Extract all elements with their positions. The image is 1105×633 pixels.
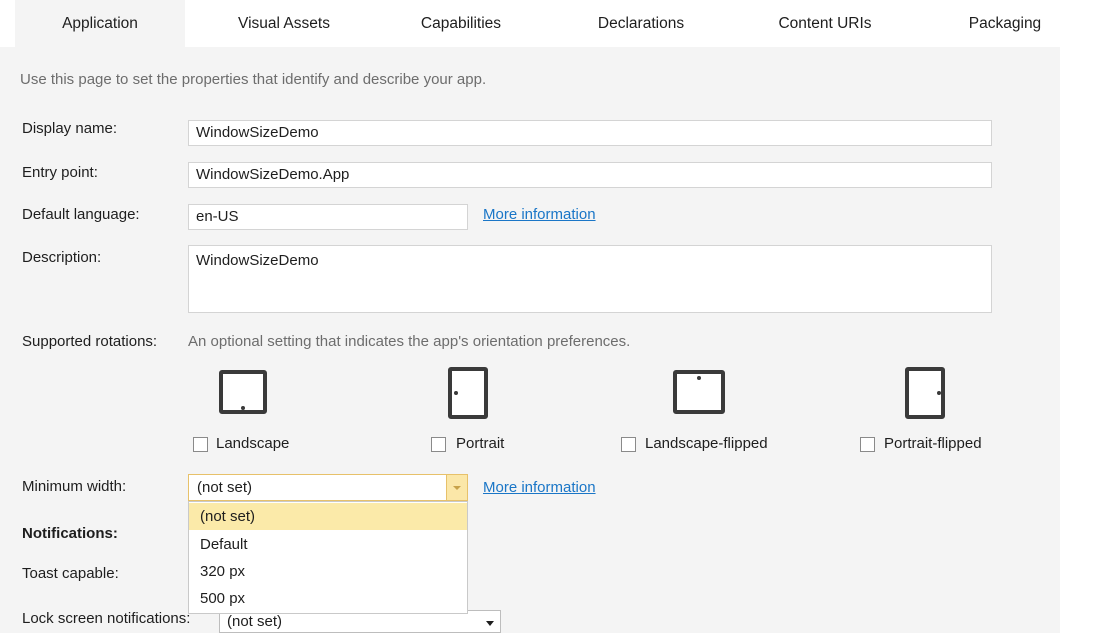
chevron-down-icon (453, 486, 461, 490)
lock-screen-notifications-value: (not set) (227, 613, 283, 630)
portrait-label: Portrait (456, 435, 505, 452)
dropdown-option-not-set[interactable]: (not set) (189, 503, 467, 530)
tablet-landscape-flipped-icon (673, 370, 725, 414)
chevron-down-icon[interactable] (486, 621, 494, 626)
toast-capable-label: Toast capable: (22, 565, 119, 582)
lock-screen-notifications-label: Lock screen notifications: (22, 610, 191, 627)
dropdown-option-default[interactable]: Default (189, 531, 467, 558)
dropdown-option-320px[interactable]: 320 px (189, 558, 467, 585)
minimum-width-label: Minimum width: (22, 478, 127, 495)
minimum-width-dropdown-list: (not set) Default 320 px 500 px (188, 501, 468, 614)
landscape-flipped-checkbox[interactable] (621, 437, 636, 452)
landscape-label: Landscape (216, 435, 290, 452)
display-name-input[interactable]: WindowSizeDemo (188, 120, 992, 146)
minimum-width-value: (not set) (197, 479, 253, 496)
entry-point-label: Entry point: (22, 164, 98, 181)
supported-rotations-label: Supported rotations: (22, 333, 158, 350)
minimum-width-more-info-link[interactable]: More information (483, 479, 596, 496)
tab-capabilities[interactable]: Capabilities (376, 0, 546, 47)
default-language-more-info-link[interactable]: More information (483, 206, 596, 223)
description-label: Description: (22, 249, 102, 266)
portrait-flipped-label: Portrait-flipped (884, 435, 982, 452)
tab-declarations[interactable]: Declarations (556, 0, 726, 47)
tab-content-uris[interactable]: Content URIs (740, 0, 910, 47)
tab-visual-assets[interactable]: Visual Assets (200, 0, 368, 47)
landscape-flipped-label: Landscape-flipped (645, 435, 768, 452)
dropdown-option-500px[interactable]: 500 px (189, 585, 467, 612)
entry-point-input[interactable]: WindowSizeDemo.App (188, 162, 992, 188)
tab-bar: Application Visual Assets Capabilities D… (0, 0, 1105, 47)
default-language-label: Default language: (22, 206, 140, 223)
portrait-checkbox[interactable] (431, 437, 446, 452)
intro-text: Use this page to set the properties that… (20, 71, 487, 88)
tablet-portrait-icon (448, 367, 488, 419)
tab-packaging[interactable]: Packaging (920, 0, 1090, 47)
dropdown-button[interactable] (446, 475, 467, 500)
tablet-portrait-flipped-icon (905, 367, 945, 419)
portrait-flipped-checkbox[interactable] (860, 437, 875, 452)
minimum-width-select[interactable]: (not set) (188, 474, 468, 501)
display-name-label: Display name: (22, 120, 118, 137)
tab-application[interactable]: Application (15, 0, 185, 47)
notifications-heading: Notifications: (22, 525, 118, 542)
supported-rotations-hint: An optional setting that indicates the a… (188, 333, 631, 350)
default-language-input[interactable]: en-US (188, 204, 468, 230)
description-textarea[interactable]: WindowSizeDemo (188, 245, 992, 313)
tablet-landscape-icon (219, 370, 267, 414)
landscape-checkbox[interactable] (193, 437, 208, 452)
